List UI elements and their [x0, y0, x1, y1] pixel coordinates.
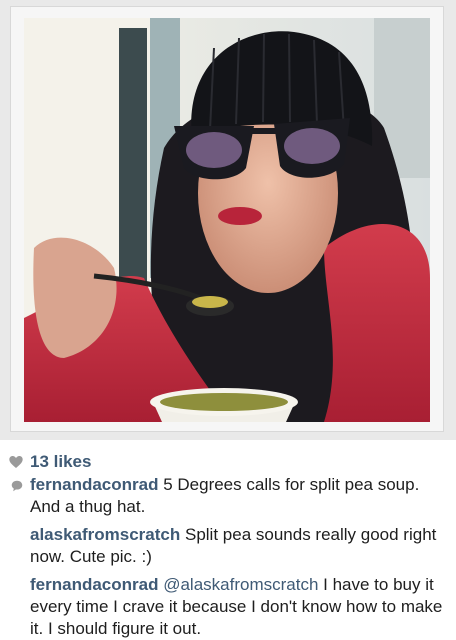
heart-icon: [9, 456, 23, 468]
likes-row[interactable]: 13 likes: [8, 450, 448, 474]
comment-item: alaskafromscratch Split pea sounds reall…: [8, 524, 448, 568]
comment-username[interactable]: alaskafromscratch: [30, 525, 180, 544]
post-meta: 13 likes fernandaconrad 5 Degrees calls …: [0, 440, 456, 640]
comment-bubble-icon: [11, 480, 23, 492]
comment-list: fernandaconrad 5 Degrees calls for split…: [8, 474, 448, 640]
comment-item: fernandaconrad 5 Degrees calls for split…: [8, 474, 448, 518]
comment-username[interactable]: fernandaconrad: [30, 575, 158, 594]
selfie-photo-illustration: [24, 18, 430, 422]
comment-item: fernandaconrad @alaskafromscratch I have…: [8, 574, 448, 640]
comment-mention[interactable]: @alaskafromscratch: [163, 575, 318, 594]
polaroid-frame: [10, 6, 444, 432]
post-photo-area[interactable]: [0, 0, 456, 440]
post-photo[interactable]: [24, 18, 430, 422]
comment-username[interactable]: fernandaconrad: [30, 475, 158, 494]
likes-count[interactable]: 13 likes: [30, 452, 91, 472]
